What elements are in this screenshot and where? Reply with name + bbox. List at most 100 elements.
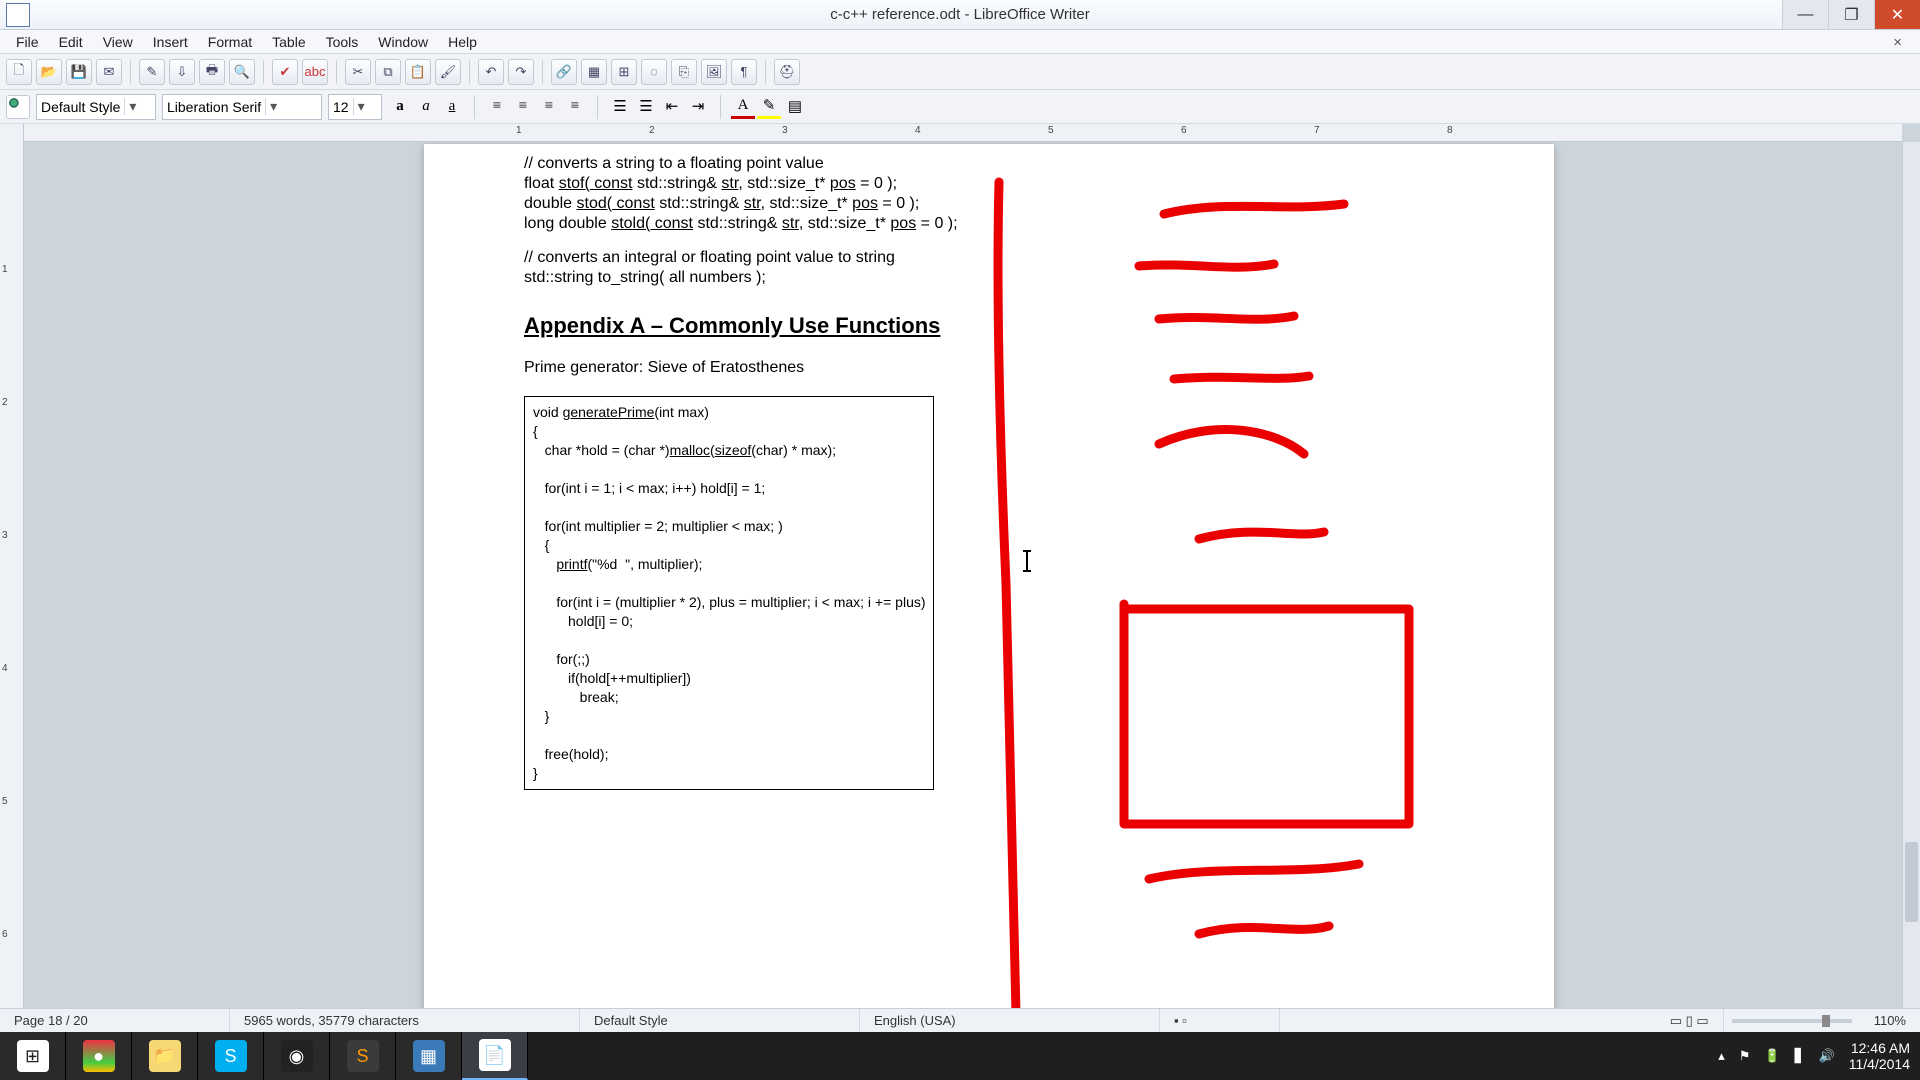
- doc-text: long double stold( const std::string& st…: [524, 214, 1454, 234]
- font-size-combo[interactable]: 12▾: [328, 94, 382, 120]
- align-left-button[interactable]: ≡: [485, 95, 509, 119]
- spellcheck-button[interactable]: ✔: [272, 59, 298, 85]
- font-color-button[interactable]: A: [731, 95, 755, 119]
- doc-text: // converts a string to a floating point…: [524, 154, 1454, 174]
- standard-toolbar: 🗋 📂 💾 ✉ ✎ ⇩ 🖶 🔍 ✔ abc ✂ ⧉ 📋 🖌 ↶ ↷ 🔗 ▦ ⊞ …: [0, 54, 1920, 90]
- zoom-value[interactable]: 110%: [1860, 1009, 1920, 1032]
- hruler-tick: 2: [649, 125, 655, 136]
- outdent-button[interactable]: ⇤: [660, 95, 684, 119]
- cut-button[interactable]: ✂: [345, 59, 371, 85]
- menu-tools[interactable]: Tools: [316, 32, 369, 52]
- menu-help[interactable]: Help: [438, 32, 487, 52]
- email-button[interactable]: ✉: [96, 59, 122, 85]
- paste-button[interactable]: 📋: [405, 59, 431, 85]
- view-layout-buttons[interactable]: ▭ ▯ ▭: [1656, 1009, 1724, 1032]
- status-page-style[interactable]: Default Style: [580, 1009, 860, 1032]
- redo-button[interactable]: ↷: [508, 59, 534, 85]
- open-button[interactable]: 📂: [36, 59, 62, 85]
- heading-appendix-a: Appendix A – Commonly Use Functions: [524, 312, 1454, 340]
- horizontal-ruler[interactable]: 1 2 3 4 5 6 7 8: [24, 124, 1902, 142]
- autospell-button[interactable]: abc: [302, 59, 328, 85]
- copy-button[interactable]: ⧉: [375, 59, 401, 85]
- new-button[interactable]: 🗋: [6, 59, 32, 85]
- menu-table[interactable]: Table: [262, 32, 315, 52]
- indent-button[interactable]: ⇥: [686, 95, 710, 119]
- vruler-tick: 3: [2, 530, 8, 541]
- numbering-button[interactable]: ☰: [634, 95, 658, 119]
- show-changes-button[interactable]: ⎘: [671, 59, 697, 85]
- taskbar-chrome[interactable]: ●: [66, 1032, 132, 1080]
- insert-table-button[interactable]: ⊞: [611, 59, 637, 85]
- edit-mode-button[interactable]: ✎: [139, 59, 165, 85]
- taskbar-explorer[interactable]: 📁: [132, 1032, 198, 1080]
- vertical-scrollbar[interactable]: [1902, 142, 1920, 1032]
- page-content[interactable]: // converts a string to a floating point…: [424, 144, 1554, 810]
- app-icon: [6, 3, 30, 27]
- taskbar-sublime[interactable]: S: [330, 1032, 396, 1080]
- gallery-button[interactable]: 🖼: [701, 59, 727, 85]
- status-language[interactable]: English (USA): [860, 1009, 1160, 1032]
- window-title: c-c++ reference.odt - LibreOffice Writer: [0, 6, 1920, 23]
- close-document-button[interactable]: ×: [1883, 32, 1912, 53]
- underline-button[interactable]: a: [440, 95, 464, 119]
- paragraph-style-combo[interactable]: Default Style▾: [36, 94, 156, 120]
- table-button[interactable]: ▦: [581, 59, 607, 85]
- format-paint-button[interactable]: 🖌: [435, 59, 461, 85]
- document-area[interactable]: // converts a string to a floating point…: [24, 124, 1920, 1032]
- tray-volume-icon[interactable]: 🔊: [1819, 1048, 1835, 1064]
- undo-button[interactable]: ↶: [478, 59, 504, 85]
- tray-flag-icon[interactable]: ⚑: [1739, 1048, 1751, 1064]
- highlight-button[interactable]: ✎: [757, 95, 781, 119]
- vruler-tick: 1: [2, 264, 8, 275]
- tray-clock[interactable]: 12:46 AM 11/4/2014: [1849, 1040, 1910, 1072]
- export-pdf-button[interactable]: ⇩: [169, 59, 195, 85]
- help-button[interactable]: ⛑: [774, 59, 800, 85]
- status-word-count[interactable]: 5965 words, 35779 characters: [230, 1009, 580, 1032]
- align-center-button[interactable]: ≡: [511, 95, 535, 119]
- hruler-tick: 7: [1314, 125, 1320, 136]
- text-cursor-icon: [1026, 550, 1028, 572]
- align-justify-button[interactable]: ≡: [563, 95, 587, 119]
- taskbar-skype[interactable]: S: [198, 1032, 264, 1080]
- record-changes-button[interactable]: ◌: [641, 59, 667, 85]
- bullets-button[interactable]: ☰: [608, 95, 632, 119]
- nonprinting-button[interactable]: ¶: [731, 59, 757, 85]
- scrollbar-thumb[interactable]: [1905, 842, 1918, 922]
- menu-edit[interactable]: Edit: [49, 32, 93, 52]
- status-page[interactable]: Page 18 / 20: [0, 1009, 230, 1032]
- print-button[interactable]: 🖶: [199, 59, 225, 85]
- bold-button[interactable]: a: [388, 95, 412, 119]
- tray-chevron-icon[interactable]: ▴: [1718, 1048, 1725, 1064]
- system-tray[interactable]: ▴ ⚑ 🔋 ▋ 🔊 12:46 AM 11/4/2014: [1708, 1040, 1920, 1072]
- tray-network-icon[interactable]: ▋: [1795, 1048, 1805, 1064]
- find-toolbar-button[interactable]: [6, 95, 30, 119]
- vruler-tick: 5: [2, 796, 8, 807]
- preview-button[interactable]: 🔍: [229, 59, 255, 85]
- close-button[interactable]: ✕: [1874, 0, 1920, 29]
- taskbar-writer[interactable]: 📄: [462, 1032, 528, 1080]
- paragraph-bg-button[interactable]: ▤: [783, 95, 807, 119]
- vertical-ruler[interactable]: 1 2 3 4 5 6: [0, 124, 24, 1032]
- taskbar-app[interactable]: ▦: [396, 1032, 462, 1080]
- start-button[interactable]: ⊞: [0, 1032, 66, 1080]
- menu-insert[interactable]: Insert: [143, 32, 198, 52]
- minimize-button[interactable]: —: [1782, 0, 1828, 29]
- clock-time: 12:46 AM: [1849, 1040, 1910, 1056]
- clock-date: 11/4/2014: [1849, 1056, 1910, 1072]
- doc-text: float stof( const std::string& str, std:…: [524, 174, 1454, 194]
- menu-window[interactable]: Window: [368, 32, 438, 52]
- save-button[interactable]: 💾: [66, 59, 92, 85]
- tray-battery-icon[interactable]: 🔋: [1764, 1048, 1780, 1064]
- menu-file[interactable]: File: [6, 32, 49, 52]
- zoom-slider[interactable]: [1732, 1019, 1852, 1023]
- hyperlink-button[interactable]: 🔗: [551, 59, 577, 85]
- menu-format[interactable]: Format: [198, 32, 262, 52]
- menu-view[interactable]: View: [93, 32, 143, 52]
- font-name-combo[interactable]: Liberation Serif▾: [162, 94, 322, 120]
- maximize-button[interactable]: ❐: [1828, 0, 1874, 29]
- page: // converts a string to a floating point…: [424, 144, 1554, 1032]
- status-insert-mode[interactable]: ▪ ▫: [1160, 1009, 1280, 1032]
- align-right-button[interactable]: ≡: [537, 95, 561, 119]
- taskbar-steam[interactable]: ◉: [264, 1032, 330, 1080]
- italic-button[interactable]: a: [414, 95, 438, 119]
